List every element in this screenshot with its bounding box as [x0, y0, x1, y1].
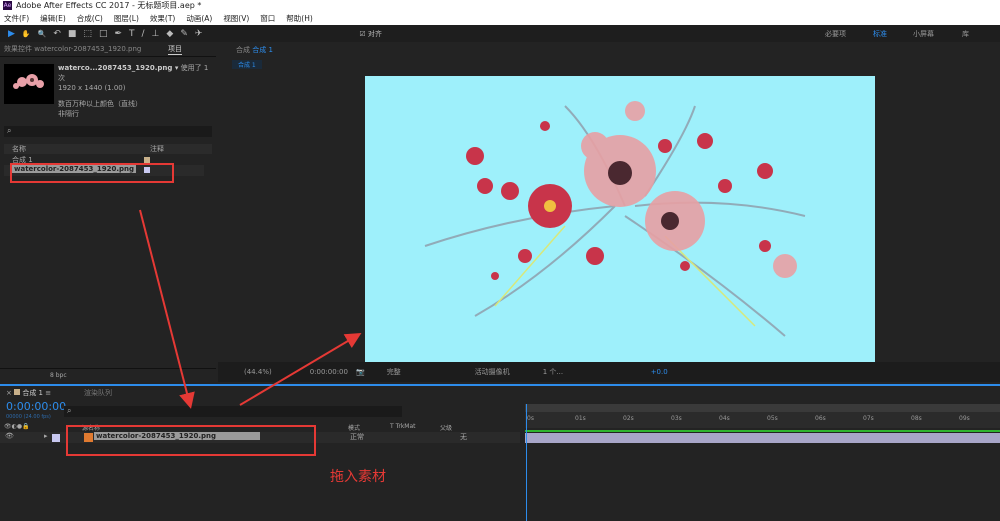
annotation-arrows: [139, 209, 362, 409]
arrow-down: [139, 209, 195, 409]
annotation-text: 拖入素材: [330, 469, 386, 485]
arrow-to-canvas: [239, 332, 362, 406]
